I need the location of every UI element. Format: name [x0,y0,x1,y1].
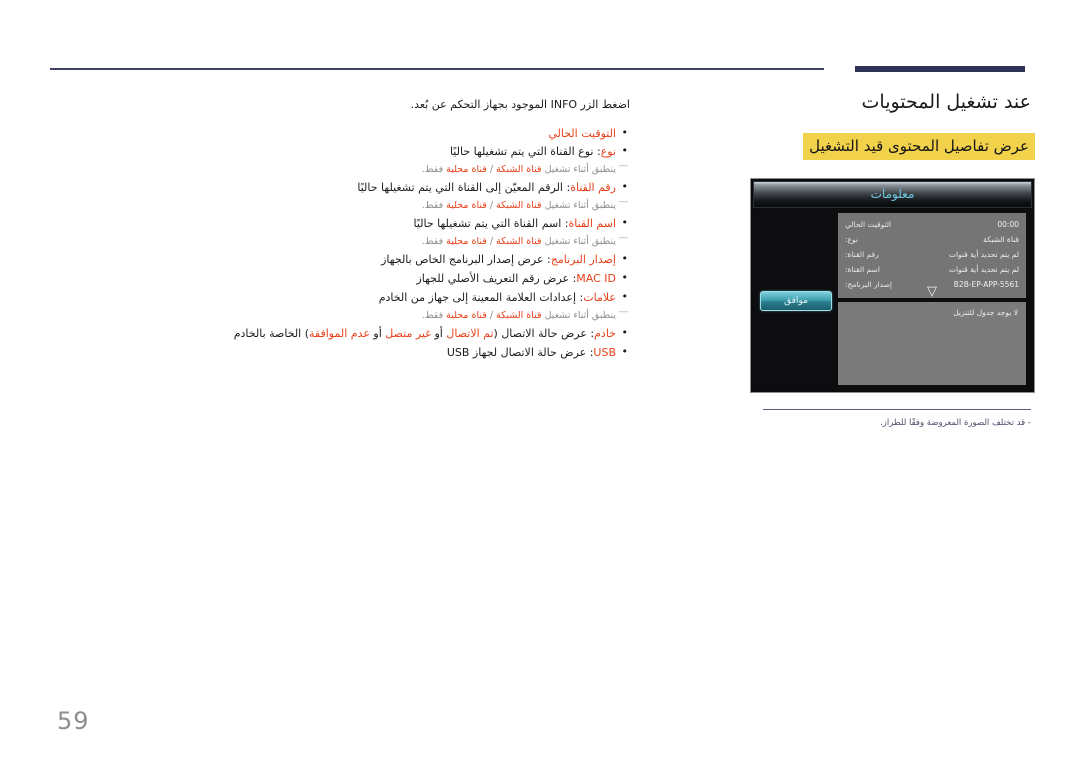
feature-keyword: إصدار البرنامج [550,253,616,267]
feature-text: ) الخاصة بالخادم [233,327,310,341]
note-keyword-local-channel: قناة محلية [446,164,487,176]
footnote-text: - قد تختلف الصورة المعروضة وفقًا للطراز. [880,417,1031,428]
feature-note: ينطبق أثناء تشغيل قناة الشبكة / قناة محل… [60,195,630,213]
note-keyword-network-channel: قناة الشبكة [496,309,542,321]
feature-list-item: USB: عرض حالة الاتصال لجهاز USB [60,343,630,362]
feature-list-item: رقم القناة: الرقم المعيّن إلى القناة الت… [60,178,630,197]
tv-screen-mockup: معلومات موافق 00:00 التوقيت الحالي قناة ال… [750,177,1035,393]
section-subtitle: عرض تفاصيل المحتوى قيد التشغيل [803,132,1035,160]
intro-text: اضغط الزر INFO الموجود بجهاز التحكم عن ب… [410,98,630,111]
chevron-down-icon[interactable]: ▽ [838,285,1026,298]
tv-title: معلومات [870,186,915,201]
feature-note: ينطبق أثناء تشغيل قناة الشبكة / قناة محل… [60,159,630,177]
schedule-panel: لا يوجد جدول للتنزيل [838,301,1026,385]
feature-keyword: علامات [583,291,616,305]
note-suffix: فقط. [421,200,447,212]
note-prefix: ينطبق أثناء تشغيل [541,164,616,176]
info-row-label: اسم القناة: [845,264,880,274]
ok-button-label: موافق [784,295,808,306]
note-separator: / [486,200,497,212]
feature-keyword: خادم [594,327,616,341]
feature-state-keyword: عدم الموافقة [309,327,370,341]
ok-button[interactable]: موافق [760,290,832,311]
feature-text: : عرض رقم التعريف الأصلي للجهاز [416,272,577,286]
feature-list-item: نوع: نوع القناة التي يتم تشغيلها حاليًا [60,142,630,161]
info-row: لم يتم تحديد أية قنوات اسم القناة: [838,262,1026,277]
feature-list-item: إصدار البرنامج: عرض إصدار البرنامج الخاص… [60,250,630,269]
note-keyword-local-channel: قناة محلية [446,200,487,212]
note-prefix: ينطبق أثناء تشغيل [541,200,616,212]
note-keyword-network-channel: قناة الشبكة [496,164,542,176]
note-separator: / [486,236,497,248]
note-keyword-network-channel: قناة الشبكة [496,200,542,212]
feature-text: : الرقم المعيّن إلى القناة التي يتم تشغي… [357,181,571,195]
tv-body: موافق 00:00 التوقيت الحالي قناة الشبكة نوع:… [753,208,1032,390]
feature-list-item: خادم: عرض حالة الاتصال (تم الاتصال أو غي… [60,324,630,343]
feature-list-item: التوقيت الحالي [60,124,630,143]
info-row-label: رقم القناة: [845,249,879,259]
feature-keyword: التوقيت الحالي [548,126,616,140]
page-title: عند تشغيل المحتويات [861,91,1031,113]
feature-text: : عرض حالة الاتصال لجهاز USB [446,345,594,359]
feature-keyword: رقم القناة [570,181,616,195]
info-row-value: 00:00 [997,219,1019,229]
feature-note: ينطبق أثناء تشغيل قناة الشبكة / قناة محل… [60,231,630,249]
feature-text: أو [369,327,386,341]
info-row-value: لم يتم تحديد أية قنوات [948,264,1019,274]
feature-note: ينطبق أثناء تشغيل قناة الشبكة / قناة محل… [60,305,630,323]
feature-list: التوقيت الحالي نوع: نوع القناة التي يتم ت… [60,124,630,362]
feature-list-item: علامات: إعدادات العلامة المعينة إلى جهاز… [60,288,630,307]
note-suffix: فقط. [421,236,447,248]
info-rows-container: 00:00 التوقيت الحالي قناة الشبكة نوع: لم يتم… [838,217,1026,292]
footnote-divider [763,408,1031,410]
note-suffix: فقط. [421,309,447,321]
info-row: لم يتم تحديد أية قنوات رقم القناة: [838,247,1026,262]
right-column: عند تشغيل المحتويات عرض تفاصيل المحتوى ق… [735,90,1035,430]
feature-text: : اسم القناة التي يتم تشغيلها حاليًا [413,217,569,231]
info-row-value: لم يتم تحديد أية قنوات [948,249,1019,259]
tv-titlebar: معلومات [753,180,1032,208]
body-column: اضغط الزر INFO الموجود بجهاز التحكم عن ب… [60,96,630,363]
feature-text: : نوع القناة التي يتم تشغيلها حاليًا [449,145,601,159]
footnote-block: - قد تختلف الصورة المعروضة وفقًا للطراز. [763,408,1031,430]
info-row-label: نوع: [845,234,858,244]
note-separator: / [486,164,497,176]
note-prefix: ينطبق أثناء تشغيل [541,309,616,321]
feature-text: : إعدادات العلامة المعينة إلى جهاز من ال… [378,291,584,305]
note-keyword-network-channel: قناة الشبكة [496,236,542,248]
info-row: قناة الشبكة نوع: [838,232,1026,247]
note-suffix: فقط. [421,164,447,176]
feature-list-item: اسم القناة: اسم القناة التي يتم تشغيلها … [60,214,630,233]
feature-text: : عرض حالة الاتصال ( [493,327,595,341]
feature-keyword: MAC ID [576,272,616,286]
note-keyword-local-channel: قناة محلية [446,309,487,321]
feature-text: أو [431,327,447,341]
feature-text: : عرض إصدار البرنامج الخاص بالجهاز [381,253,551,267]
feature-state-keyword: تم الاتصال [446,327,494,341]
header-divider-left [50,68,824,70]
feature-keyword: اسم القناة [568,217,617,231]
note-prefix: ينطبق أثناء تشغيل [541,236,616,248]
feature-state-keyword: غير متصل [385,327,431,341]
info-row-value: قناة الشبكة [983,234,1019,244]
info-row-label: التوقيت الحالي [845,219,892,229]
schedule-empty-text: لا يوجد جدول للتنزيل [953,307,1018,317]
feature-keyword: نوع [600,145,616,159]
note-separator: / [486,309,497,321]
page-number: 59 [57,707,90,735]
info-panel: 00:00 التوقيت الحالي قناة الشبكة نوع: لم يتم… [838,212,1026,298]
info-row: 00:00 التوقيت الحالي [838,217,1026,232]
note-keyword-local-channel: قناة محلية [446,236,487,248]
feature-keyword: USB [593,345,616,359]
header-accent-bar [855,66,1025,72]
feature-list-item: MAC ID: عرض رقم التعريف الأصلي للجهاز [60,269,630,288]
